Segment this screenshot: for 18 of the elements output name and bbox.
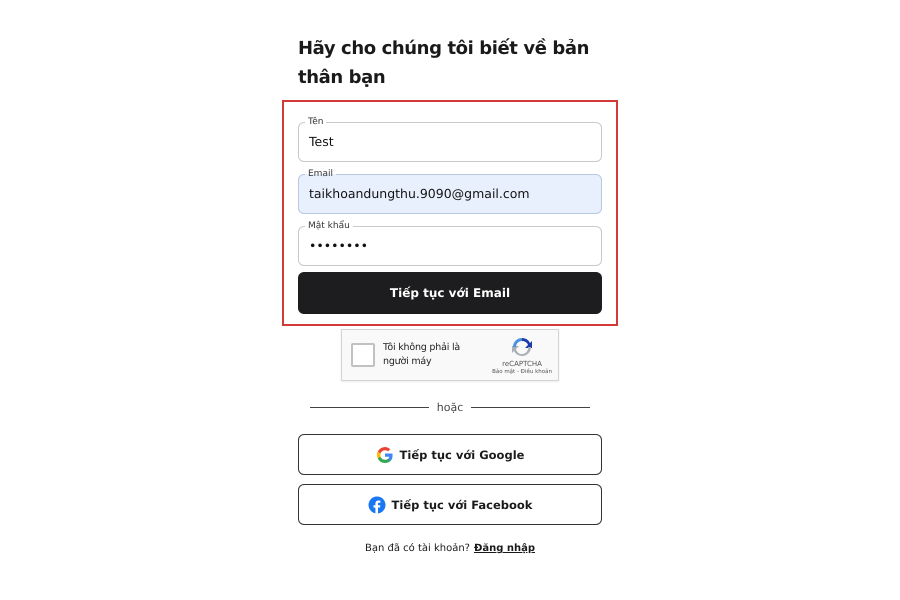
input-field[interactable]: Mật khẩu ••••••••	[298, 220, 602, 266]
recaptcha-icon	[510, 335, 534, 359]
signin-prompt: Bạn đã có tài khoản?	[364, 543, 470, 554]
google-icon	[376, 446, 394, 464]
field-label: Tên	[307, 116, 324, 128]
input-field[interactable]: Email taikhoandungthu.9090@gmail.com	[298, 168, 602, 214]
field-label: Mật khẩu	[307, 220, 351, 232]
field-label: Email	[307, 168, 334, 180]
signin-link[interactable]: Đăng nhập	[474, 543, 535, 554]
input-field[interactable]: Tên Test	[298, 116, 602, 162]
captcha-label: Tôi không phải là người máy	[383, 341, 462, 369]
form-title: Hãy cho chúng tôi biết về bản thân bạn	[298, 37, 590, 90]
continue-email-button[interactable]: Tiếp tục với Email	[298, 272, 602, 314]
divider-label: hoặc	[436, 401, 464, 414]
google-signin-button[interactable]: Tiếp tục với Google	[298, 434, 602, 475]
facebook-icon	[368, 496, 386, 514]
checkbox[interactable]	[351, 343, 375, 367]
facebook-signin-button[interactable]: Tiếp tục với Facebook	[298, 484, 602, 525]
